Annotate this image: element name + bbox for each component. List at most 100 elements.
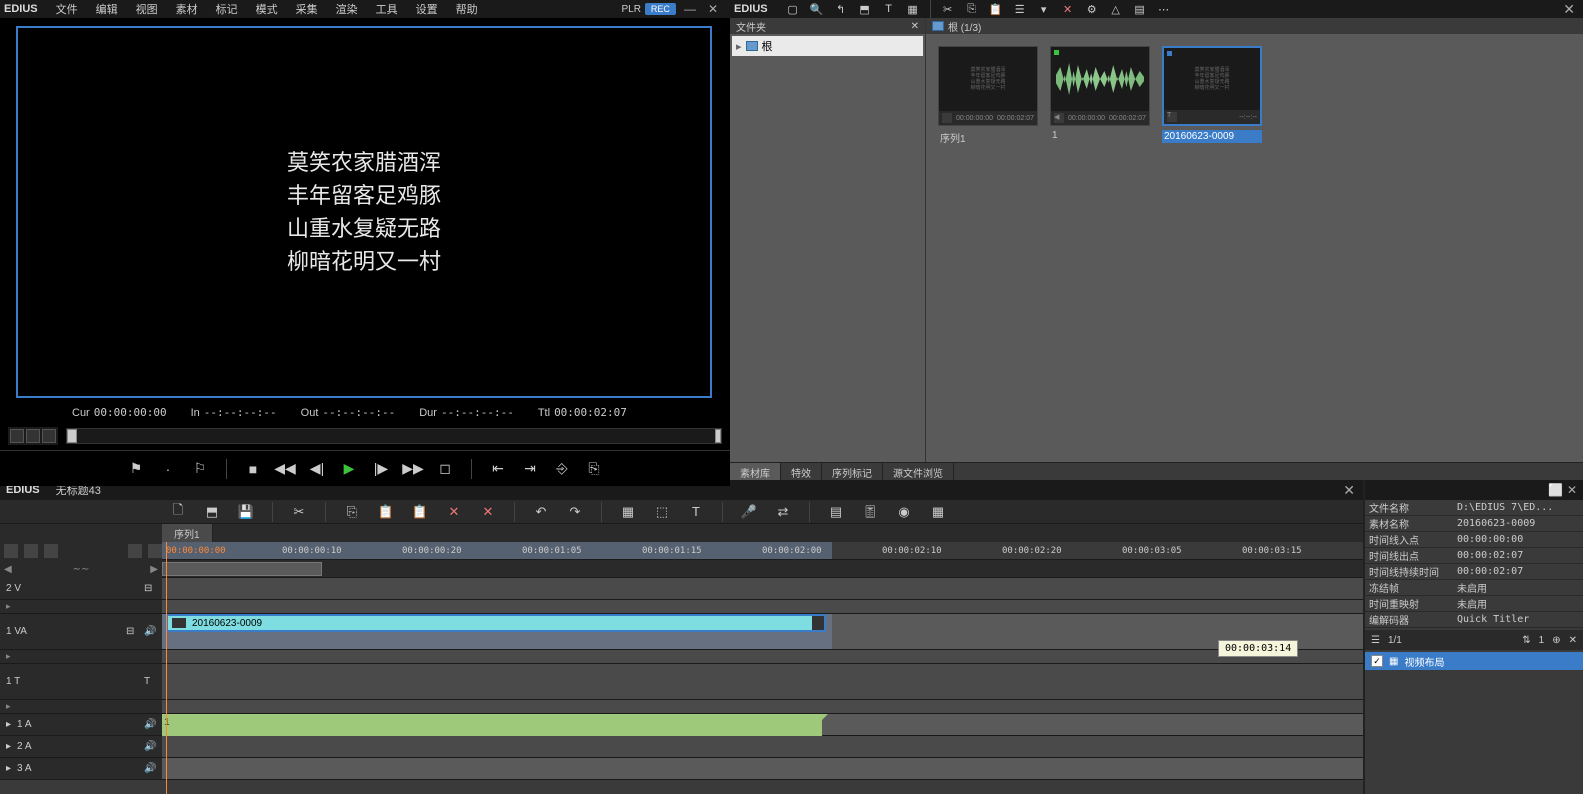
mini-tool-4[interactable] (128, 544, 142, 558)
mini-tool-5[interactable] (148, 544, 162, 558)
paste2-icon[interactable]: 📋 (378, 504, 394, 520)
layout-icon[interactable]: ▦ (930, 504, 946, 520)
effect-checkbox[interactable]: ✓ (1371, 655, 1383, 667)
expand-icon[interactable]: ▸ (6, 719, 11, 730)
track-lane-a2[interactable] (162, 736, 1363, 758)
playhead[interactable] (166, 542, 167, 794)
scrub-prev-icon[interactable] (10, 429, 24, 443)
goto-out-icon[interactable]: ⇥ (520, 459, 540, 479)
menu-file[interactable]: 文件 (48, 0, 86, 19)
menu-settings[interactable]: 设置 (408, 0, 446, 19)
effect-del-icon[interactable]: ✕ (1569, 635, 1577, 646)
loop-icon[interactable]: ◻ (435, 459, 455, 479)
mini-tool-3[interactable] (44, 544, 58, 558)
out-value[interactable]: --:--:--:-- (322, 406, 395, 419)
scrub-mid-icon[interactable] (26, 429, 40, 443)
track-lane-v2[interactable] (162, 578, 1363, 600)
folder-root[interactable]: ▸ 根 (732, 36, 923, 56)
goto-in-icon[interactable]: ⇤ (488, 459, 508, 479)
menu-view[interactable]: 视图 (128, 0, 166, 19)
menu-clip[interactable]: 素材 (168, 0, 206, 19)
step-fwd-icon[interactable]: |▶ (371, 459, 391, 479)
nav-left-icon[interactable]: ◀ (4, 564, 12, 575)
title-icon[interactable]: T (882, 2, 896, 16)
redo-icon[interactable]: ↷ (567, 504, 583, 520)
track-lane-a1[interactable]: 1 (162, 714, 1363, 736)
tab-effects[interactable]: 特效 (781, 463, 822, 480)
clip-card-1[interactable]: ◀00:00:00:0000:00:02:07 1 (1050, 46, 1150, 145)
menu-tools[interactable]: 工具 (368, 0, 406, 19)
track-lane-a3[interactable] (162, 758, 1363, 780)
video-icon[interactable]: ⊟ (126, 626, 138, 638)
cloud-icon[interactable]: △ (1109, 2, 1123, 16)
proxy-icon[interactable]: ⬚ (654, 504, 670, 520)
mic-icon[interactable]: 🎤 (741, 504, 757, 520)
menu-mode[interactable]: 模式 (248, 0, 286, 19)
scrub-handle-end[interactable] (715, 429, 721, 443)
search-icon[interactable]: 🔍 (810, 2, 824, 16)
track-expand-t1[interactable]: ▸ (0, 700, 162, 714)
dur-value[interactable]: --:--:--:-- (441, 406, 514, 419)
mixer-icon[interactable]: 🎚 (862, 504, 878, 520)
mark-in-icon[interactable]: ⚑ (126, 459, 146, 479)
mini-tool-1[interactable] (4, 544, 18, 558)
menu-help[interactable]: 帮助 (448, 0, 486, 19)
effect-add-icon[interactable]: ⊕ (1552, 635, 1560, 646)
tab-browser[interactable]: 源文件浏览 (883, 463, 954, 480)
save-icon[interactable]: 💾 (238, 504, 254, 520)
insert-icon[interactable]: ⎆ (552, 459, 572, 479)
open-icon[interactable]: ⬒ (204, 504, 220, 520)
track-lane-va1[interactable]: 20160623-0009 00:00:03:14 (162, 614, 1363, 650)
new-clip-icon[interactable]: ⬒ (858, 2, 872, 16)
tab-markers[interactable]: 序列标记 (822, 463, 883, 480)
expand-icon[interactable]: ▸ (6, 763, 11, 774)
info-close-icon[interactable]: ✕ (1567, 483, 1577, 497)
speaker-icon[interactable]: 🔊 (144, 741, 156, 753)
sequence-tab[interactable]: 序列1 (162, 524, 213, 543)
audio-clip[interactable]: 1 (162, 714, 822, 736)
mini-tool-2[interactable] (24, 544, 38, 558)
copy-icon[interactable]: ⎘ (965, 2, 979, 16)
title2-icon[interactable]: T (688, 504, 704, 520)
timeline-clip[interactable]: 20160623-0009 (166, 614, 826, 632)
nav-right-icon[interactable]: ▶ (150, 564, 158, 575)
delete-icon[interactable]: ✕ (1061, 2, 1075, 16)
scrub-next-icon[interactable] (42, 429, 56, 443)
cur-value[interactable]: 00:00:00:00 (94, 406, 167, 419)
preview-monitor[interactable]: 莫笑农家腊酒浑 丰年留客足鸡豚 山重水复疑无路 柳暗花明又一村 (16, 26, 712, 398)
track-header-a1[interactable]: ▸1 A🔊 (0, 714, 162, 736)
ttl-value[interactable]: 00:00:02:07 (554, 406, 627, 419)
mark-dot-icon[interactable]: · (158, 459, 178, 479)
menu-marker[interactable]: 标记 (208, 0, 246, 19)
more-icon[interactable]: ⋯ (1157, 2, 1171, 16)
bin-close-icon[interactable]: ✕ (1563, 1, 1583, 18)
tab-library[interactable]: 素材库 (730, 463, 781, 480)
ffwd-icon[interactable]: ▶▶ (403, 459, 423, 479)
delete2-icon[interactable]: ✕ (446, 504, 462, 520)
color-icon[interactable]: ▦ (906, 2, 920, 16)
clip-end-handle[interactable] (812, 616, 824, 630)
overwrite-icon[interactable]: ⎘ (584, 459, 604, 479)
transition-icon[interactable]: ⇄ (775, 504, 791, 520)
effect-list-icon[interactable]: ☰ (1371, 635, 1380, 646)
track-expand-v2[interactable]: ▸ (0, 600, 162, 614)
menu-edit[interactable]: 编辑 (88, 0, 126, 19)
stop-icon[interactable]: ■ (243, 459, 263, 479)
timeline-ruler[interactable]: 00:00:00:00 00:00:00:10 00:00:00:20 00:0… (162, 542, 1363, 560)
cut-icon[interactable]: ✂ (941, 2, 955, 16)
toggle-icon[interactable]: ▤ (828, 504, 844, 520)
zoom-handle[interactable] (162, 562, 322, 576)
scrub-handle[interactable] (67, 429, 77, 443)
in-value[interactable]: --:--:--:-- (204, 406, 277, 419)
track-lane-t1[interactable] (162, 664, 1363, 700)
new-icon[interactable]: 🗋 (170, 504, 186, 520)
track-header-v2[interactable]: 2 V⊟ (0, 578, 162, 600)
effect-item[interactable]: ✓ ▦ 视频布局 (1365, 652, 1583, 670)
cut2-icon[interactable]: ✂ (291, 504, 307, 520)
info-maximize-icon[interactable]: ⬜ (1548, 483, 1563, 497)
props-icon[interactable]: ☰ (1013, 2, 1027, 16)
track-expand-va1[interactable]: ▸ (0, 650, 162, 664)
track-header-a2[interactable]: ▸2 A🔊 (0, 736, 162, 758)
step-back-icon[interactable]: ◀| (307, 459, 327, 479)
clip-card-0[interactable]: 莫笑农家腊酒浑丰年留客足鸡豚山重水复疑无路柳暗花明又一村 00:00:00:00… (938, 46, 1038, 145)
